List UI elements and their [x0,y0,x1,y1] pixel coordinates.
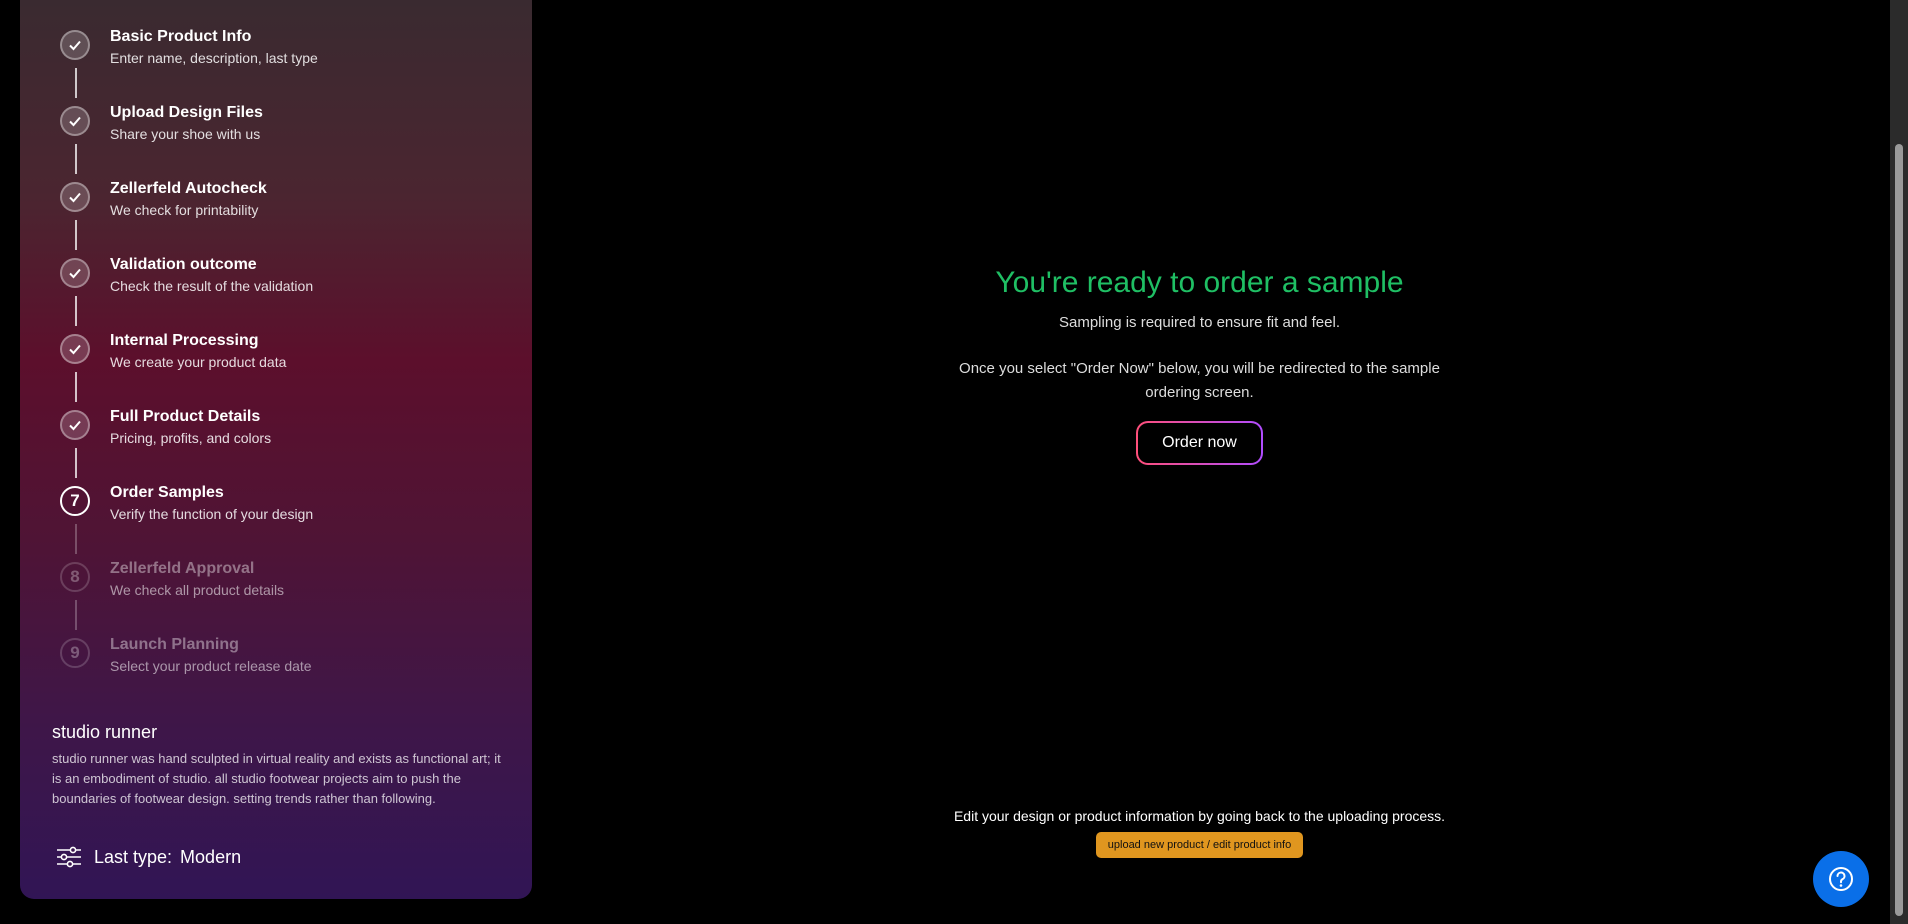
redirect-info: Once you select "Order Now" below, you w… [959,360,1440,401]
edit-section: Edit your design or product information … [532,808,1867,858]
check-icon [60,334,90,364]
step-connector [75,296,77,326]
main-content: You're ready to order a sample Sampling … [532,0,1867,924]
step-title: Internal Processing [110,332,259,349]
help-circle-icon [1829,867,1853,891]
step-title: Validation outcome [110,256,257,273]
page-subtitle: Sampling is required to ensure fit and f… [1059,314,1340,331]
step-title: Upload Design Files [110,104,263,121]
step-connector [75,68,77,98]
steps-sidebar: Basic Product Info Enter name, descripti… [20,0,532,899]
last-type-value: Modern [180,846,242,867]
step-connector [75,600,77,630]
step-description: Pricing, profits, and colors [110,430,272,446]
step-connector [75,372,77,402]
last-type: Last type: Modern [56,846,241,868]
order-sample-panel: You're ready to order a sample Sampling … [532,266,1867,465]
check-icon [60,410,90,440]
step-title: Full Product Details [110,408,261,425]
step-description: Select your product release date [110,658,312,674]
step-title: Basic Product Info [110,28,252,45]
step-description: Check the result of the validation [110,278,314,294]
step-number: 9 [60,638,90,668]
help-button[interactable] [1813,851,1869,907]
step-number: 7 [60,486,90,516]
step-connector [75,220,77,250]
scrollbar-thumb[interactable] [1895,144,1903,916]
product-summary: studio runner studio runner was hand scu… [52,722,512,809]
check-icon [60,258,90,288]
last-type-label: Last type: [94,846,173,867]
check-icon [60,106,90,136]
step-description: Enter name, description, last type [110,50,318,66]
step-title: Order Samples [110,484,224,501]
page-title: You're ready to order a sample [995,266,1404,299]
order-now-button[interactable]: Order now [1136,421,1263,465]
scrollbar[interactable] [1890,0,1908,924]
step-description: We check for printability [110,202,259,218]
step-description: Share your shoe with us [110,126,261,142]
step-description: Verify the function of your design [110,506,314,522]
step-number: 8 [60,562,90,592]
product-name: studio runner [52,722,158,742]
sliders-icon [57,846,81,868]
upload-edit-button[interactable]: upload new product / edit product info [1095,832,1304,858]
product-description: studio runner was hand sculpted in virtu… [52,751,501,806]
step-connector [75,448,77,478]
step-title: Launch Planning [110,636,239,653]
step-connector [75,524,77,554]
step-title: Zellerfeld Autocheck [110,180,267,197]
check-icon [60,30,90,60]
check-icon [60,182,90,212]
step-description: We create your product data [110,354,287,370]
step-title: Zellerfeld Approval [110,560,255,577]
edit-note: Edit your design or product information … [953,808,1446,824]
step-description: We check all product details [110,582,285,598]
step-connector [75,144,77,174]
